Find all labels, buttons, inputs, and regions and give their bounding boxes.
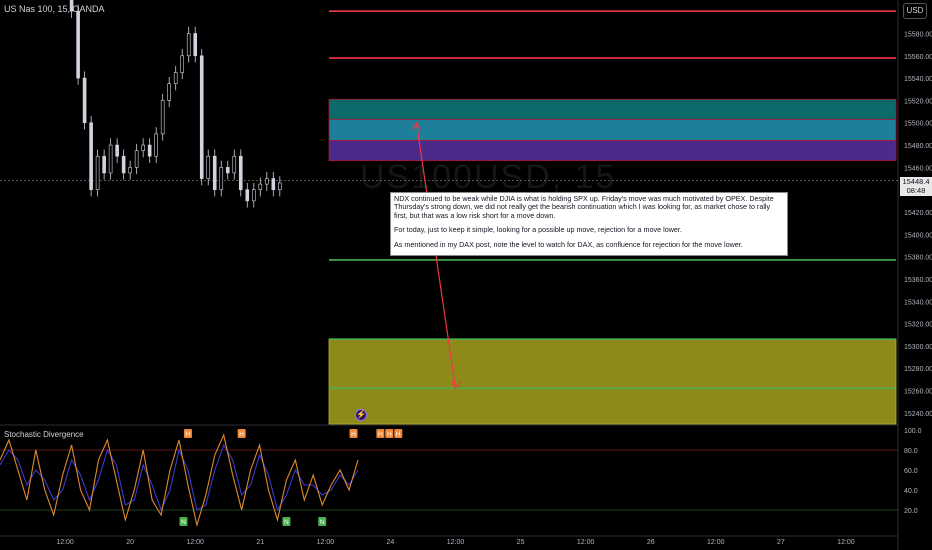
indicator-tick-label: 60.0 bbox=[904, 468, 918, 475]
price-tick-label: 15340.00 bbox=[904, 299, 932, 306]
currency-button[interactable]: USD bbox=[903, 3, 927, 19]
candle-body bbox=[212, 155, 217, 190]
candle-body bbox=[134, 150, 139, 168]
candle-body bbox=[193, 33, 198, 57]
price-tick-label: 15420.00 bbox=[904, 210, 932, 217]
bar-countdown: 08:48 bbox=[906, 186, 926, 195]
time-tick-label: 12:00 bbox=[186, 539, 204, 546]
price-chart[interactable]: 15580.00 15560.00 15540.00 15520.00 15500.00… bbox=[0, 0, 932, 550]
time-tick-label: 12:00 bbox=[707, 539, 725, 546]
candle-body bbox=[160, 100, 165, 135]
candle-body bbox=[121, 155, 126, 174]
candle-body bbox=[154, 133, 158, 157]
indicator-tick-label: 40.0 bbox=[904, 488, 918, 495]
candle-body bbox=[128, 167, 132, 174]
candle-body bbox=[76, 10, 80, 79]
last-price-badge: 15448.4 08:48 bbox=[900, 177, 932, 196]
price-tick-label: 15260.00 bbox=[904, 389, 932, 396]
candle-body bbox=[108, 144, 113, 174]
time-tick-label: 20 bbox=[126, 539, 134, 546]
time-tick-label: 21 bbox=[256, 539, 264, 546]
lightning-icon[interactable]: ⚡ bbox=[355, 409, 367, 421]
time-tick-label: 25 bbox=[517, 539, 525, 546]
candle-body bbox=[258, 183, 263, 190]
candle-body bbox=[251, 189, 256, 202]
symbol-header[interactable]: US Nas 100, 15, OANDA bbox=[4, 4, 105, 14]
price-tick-label: 15320.00 bbox=[904, 322, 932, 329]
note-paragraph-3: As mentioned in my DAX post, note the le… bbox=[394, 239, 743, 249]
note-paragraph-1: NDX continued to be weak while DJIA is w… bbox=[394, 194, 774, 220]
candle-body bbox=[219, 167, 224, 190]
signal-label: N bbox=[284, 519, 289, 526]
price-tick-label: 15240.00 bbox=[904, 411, 932, 418]
signal-label: H bbox=[378, 431, 383, 438]
candle-body bbox=[173, 72, 178, 84]
price-tick-label: 15380.00 bbox=[904, 255, 932, 262]
signal-label: H bbox=[186, 431, 191, 438]
zone-teal bbox=[328, 98, 897, 120]
candle-body bbox=[89, 122, 93, 190]
candle-body bbox=[115, 144, 119, 157]
indicator-tick-label: 20.0 bbox=[904, 508, 918, 515]
time-tick-label: 27 bbox=[777, 539, 785, 546]
candle-body bbox=[271, 178, 276, 190]
candle-body bbox=[278, 182, 282, 190]
price-tick-label: 15520.00 bbox=[904, 98, 932, 105]
price-tick-label: 15360.00 bbox=[904, 277, 932, 284]
candle-body bbox=[225, 167, 230, 174]
candle-body bbox=[245, 189, 250, 202]
candle-body bbox=[147, 144, 152, 157]
price-tick-label: 15300.00 bbox=[904, 344, 932, 351]
signal-label: H bbox=[387, 431, 392, 438]
price-tick-label: 15280.00 bbox=[904, 366, 932, 373]
signal-label: N bbox=[181, 519, 186, 526]
time-tick-label: 26 bbox=[647, 539, 655, 546]
candle-body bbox=[186, 33, 191, 57]
time-tick-label: 24 bbox=[387, 539, 395, 546]
candle-body bbox=[199, 55, 204, 179]
signal-label: H bbox=[351, 431, 356, 438]
time-tick-label: 12:00 bbox=[56, 539, 74, 546]
time-tick-label: 12:00 bbox=[317, 539, 335, 546]
candle-body bbox=[95, 155, 100, 190]
indicator-tick-label: 80.0 bbox=[904, 448, 918, 455]
note-paragraph-2: For today, just to keep it simple, looki… bbox=[394, 225, 682, 235]
analysis-note[interactable]: NDX continued to be weak while DJIA is w… bbox=[390, 192, 788, 256]
candle-body bbox=[82, 77, 87, 124]
price-tick-label: 15480.00 bbox=[904, 143, 932, 150]
zone-olive bbox=[328, 338, 897, 425]
candle-body bbox=[264, 178, 269, 185]
candle-body bbox=[141, 144, 145, 151]
time-tick-label: 12:00 bbox=[837, 539, 855, 546]
signal-label: H bbox=[239, 431, 244, 438]
last-price-value: 15448.4 bbox=[902, 177, 930, 186]
zone-cyan bbox=[328, 118, 897, 141]
price-tick-label: 15580.00 bbox=[904, 31, 932, 38]
candle-body bbox=[206, 155, 211, 179]
price-tick-label: 15460.00 bbox=[904, 165, 932, 172]
candle-body bbox=[232, 155, 237, 174]
indicator-title[interactable]: Stochastic Divergence bbox=[4, 430, 84, 439]
signal-label: H bbox=[396, 431, 401, 438]
candle-body bbox=[238, 155, 243, 190]
candle-body bbox=[102, 155, 106, 174]
price-tick-label: 15540.00 bbox=[904, 76, 932, 83]
candle-body bbox=[167, 83, 171, 101]
time-tick-label: 12:00 bbox=[577, 539, 595, 546]
price-tick-label: 15400.00 bbox=[904, 232, 932, 239]
price-tick-label: 15500.00 bbox=[904, 121, 932, 128]
time-tick-label: 12:00 bbox=[447, 539, 465, 546]
indicator-tick-label: 100.0 bbox=[904, 428, 922, 435]
candle-body bbox=[180, 55, 185, 73]
price-tick-label: 15560.00 bbox=[904, 54, 932, 61]
signal-label: N bbox=[320, 519, 325, 526]
